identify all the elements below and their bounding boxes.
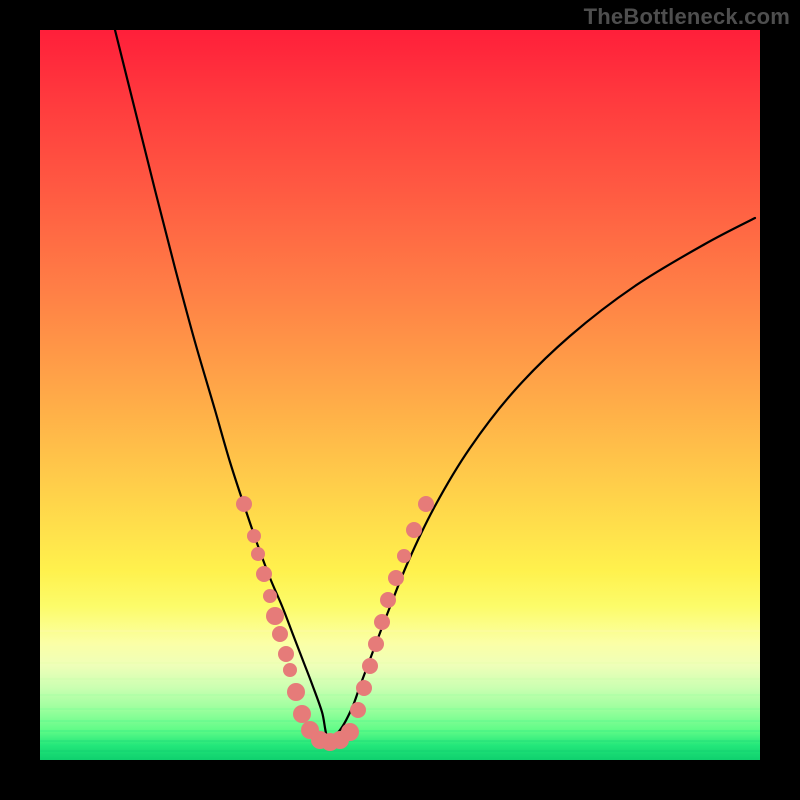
bottleneck-curve	[115, 30, 755, 739]
highlight-dot	[236, 496, 252, 512]
highlight-dot	[356, 680, 372, 696]
highlight-dot	[341, 723, 359, 741]
curve-layer	[40, 30, 760, 760]
highlight-dot	[380, 592, 396, 608]
highlight-dot	[272, 626, 288, 642]
plot-area	[40, 30, 760, 760]
highlight-dot	[263, 589, 277, 603]
chart-frame: TheBottleneck.com	[0, 0, 800, 800]
highlight-dot	[388, 570, 404, 586]
highlight-dot	[406, 522, 422, 538]
highlight-dot	[374, 614, 390, 630]
highlight-dot	[251, 547, 265, 561]
highlight-dot	[287, 683, 305, 701]
highlight-dot	[362, 658, 378, 674]
highlight-dot	[278, 646, 294, 662]
highlight-dot	[283, 663, 297, 677]
highlight-dot	[368, 636, 384, 652]
highlight-dot	[266, 607, 284, 625]
highlight-dot	[247, 529, 261, 543]
highlight-dot	[256, 566, 272, 582]
highlight-dot	[397, 549, 411, 563]
highlight-dot	[350, 702, 366, 718]
highlight-dot	[418, 496, 434, 512]
highlight-dot	[293, 705, 311, 723]
watermark-text: TheBottleneck.com	[584, 4, 790, 30]
highlight-dots	[236, 496, 434, 751]
